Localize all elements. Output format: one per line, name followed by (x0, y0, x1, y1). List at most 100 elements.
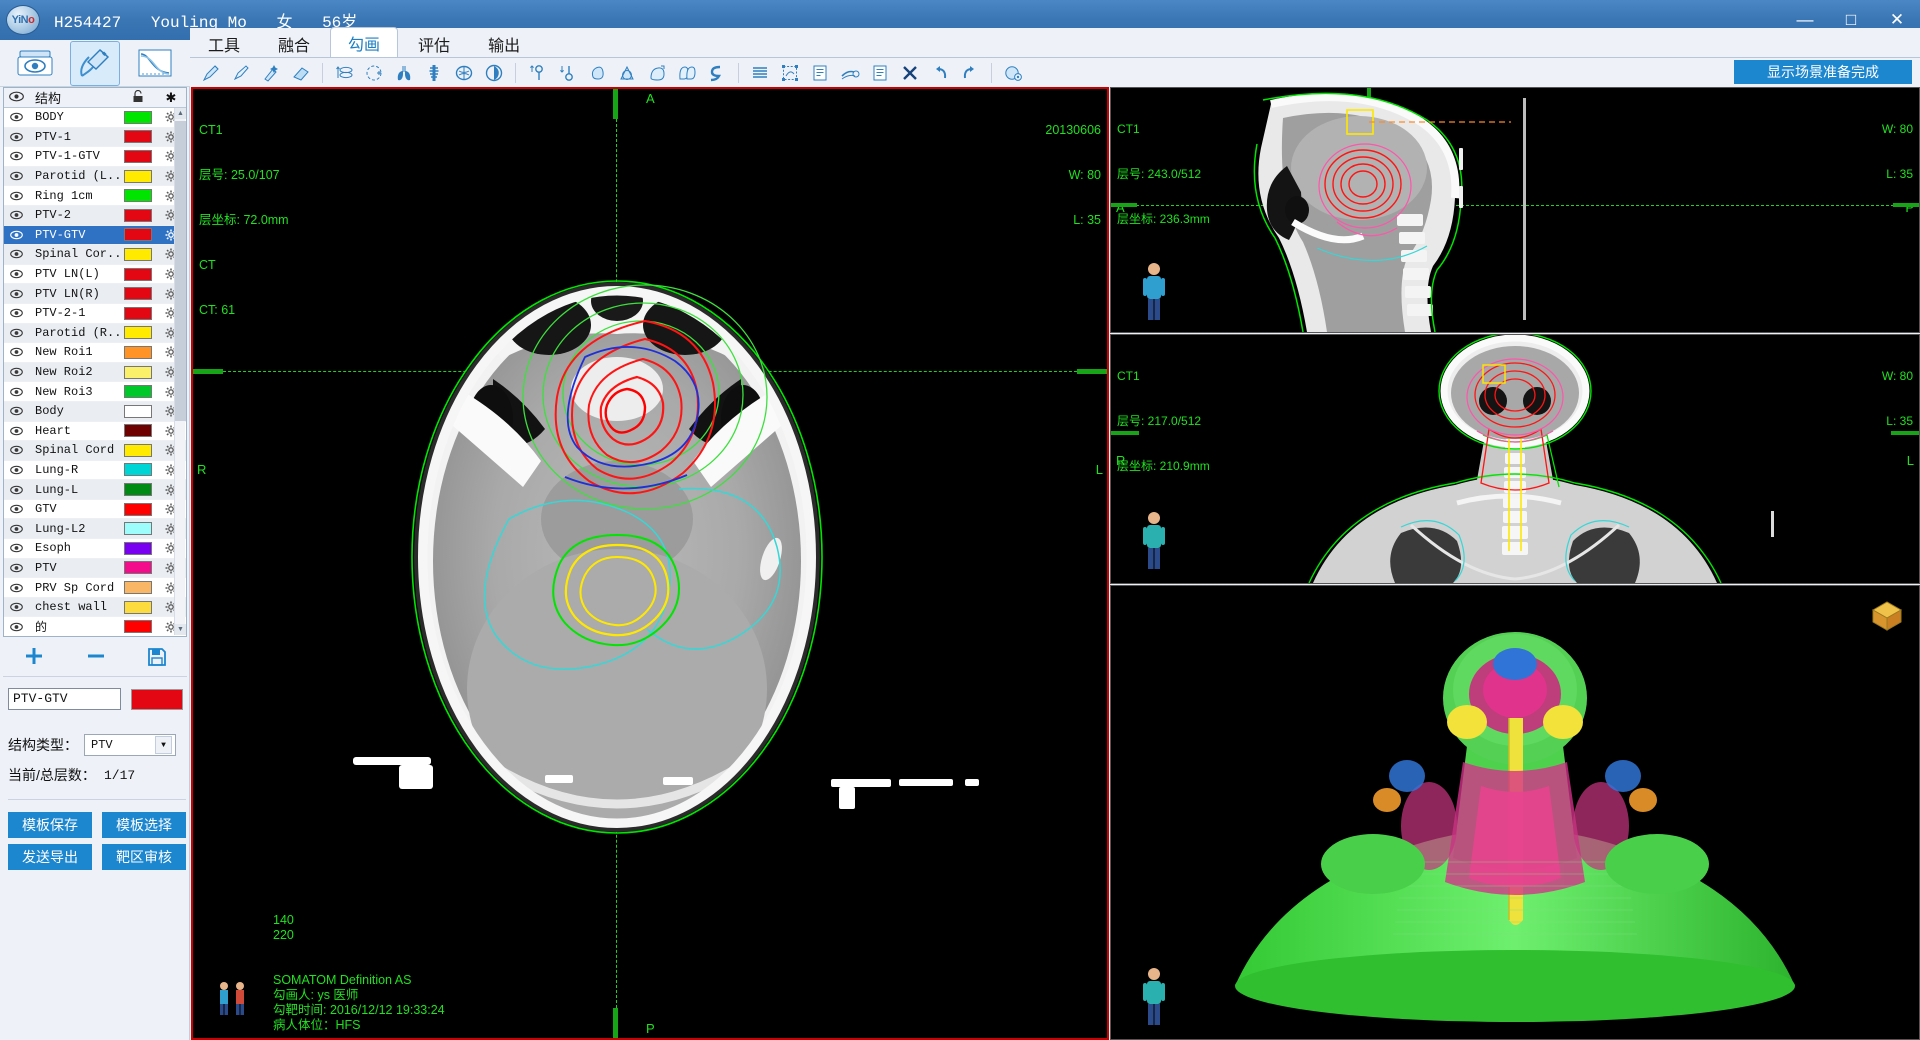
brush-tool-icon[interactable] (228, 60, 254, 86)
tab-3[interactable]: 评估 (400, 29, 468, 57)
auto-brain-segment-icon[interactable] (451, 60, 477, 86)
visibility-eye-icon[interactable] (4, 132, 29, 142)
structure-color-chip[interactable] (120, 267, 156, 281)
structure-row[interactable]: Parotid (L... (4, 166, 186, 187)
expand-margin-icon[interactable] (524, 60, 550, 86)
structure-row[interactable]: PTV LN(L) (4, 265, 186, 285)
settings-icon[interactable] (1000, 60, 1026, 86)
auto-organ-segment-icon[interactable] (481, 60, 507, 86)
structure-row[interactable]: Ring 1cm (4, 186, 186, 206)
orientation-cube-icon[interactable] (1869, 598, 1905, 637)
structure-color-chip[interactable] (120, 404, 156, 418)
crop-contour-icon[interactable] (777, 60, 803, 86)
visibility-eye-icon[interactable] (4, 583, 29, 593)
visibility-eye-icon[interactable] (4, 367, 29, 377)
visibility-eye-icon[interactable] (4, 191, 29, 201)
structure-color-chip[interactable] (120, 502, 156, 516)
visibility-eye-icon[interactable] (4, 622, 29, 632)
structure-row[interactable]: Lung-L2 (4, 519, 186, 540)
tab-2[interactable]: 勾画 (330, 27, 399, 57)
structure-color-chip[interactable] (120, 385, 156, 399)
structure-color-chip[interactable] (120, 463, 156, 477)
coronal-viewport[interactable]: CT1 层号: 217.0/512 层坐标: 210.9mm W: 80 L: … (1110, 334, 1920, 584)
visibility-eye-icon[interactable] (4, 543, 29, 553)
visibility-eye-icon[interactable] (4, 387, 29, 397)
visibility-eye-icon[interactable] (4, 230, 29, 240)
copy-structure-icon[interactable] (674, 60, 700, 86)
visibility-eye-icon[interactable] (4, 485, 29, 495)
structure-row[interactable]: PTV LN(R) (4, 284, 186, 304)
interpolate-slices-icon[interactable] (331, 60, 357, 86)
structure-row[interactable]: Lung-L (4, 480, 186, 500)
boolean-union-icon[interactable] (584, 60, 610, 86)
save-template-button[interactable]: 模板保存 (8, 812, 92, 838)
structure-row[interactable]: New Roi3 (4, 382, 186, 402)
visibility-eye-icon[interactable] (4, 524, 29, 534)
structure-color-chip[interactable] (120, 483, 156, 497)
report-icon[interactable] (867, 60, 893, 86)
send-export-button[interactable]: 发送导出 (8, 844, 92, 870)
visibility-eye-icon[interactable] (4, 328, 29, 338)
structure-color-swatch[interactable] (131, 688, 183, 710)
tab-4[interactable]: 输出 (470, 29, 538, 57)
visibility-eye-icon[interactable] (4, 426, 29, 436)
structure-color-chip[interactable] (120, 287, 156, 301)
visibility-eye-icon[interactable] (4, 151, 29, 161)
structure-row[interactable]: Body (4, 401, 186, 422)
structure-row[interactable]: Esoph (4, 539, 186, 559)
add-structure-button[interactable] (23, 645, 45, 674)
boolean-intersect-icon[interactable] (614, 60, 640, 86)
structure-name-input[interactable]: PTV-GTV (8, 688, 121, 710)
structure-row[interactable]: BODY (4, 108, 186, 128)
visibility-eye-icon[interactable] (4, 210, 29, 220)
structure-row[interactable]: PRV Sp Cord (4, 578, 186, 598)
image-browser-icon[interactable] (10, 41, 60, 86)
scroll-thumb[interactable] (175, 121, 186, 421)
structure-color-chip[interactable] (120, 541, 156, 555)
auto-spine-segment-icon[interactable] (421, 60, 447, 86)
visibility-eye-icon[interactable] (4, 347, 29, 357)
structure-row[interactable]: PTV-2 (4, 205, 186, 226)
smooth-contour-icon[interactable] (704, 60, 730, 86)
structure-color-chip[interactable] (120, 189, 156, 203)
structure-type-select[interactable]: PTV ▼ (84, 734, 176, 756)
measure-icon[interactable] (837, 60, 863, 86)
structure-color-chip[interactable] (120, 522, 156, 536)
visibility-eye-icon[interactable] (4, 563, 29, 573)
magic-wand-tool-icon[interactable] (258, 60, 284, 86)
sagittal-viewport[interactable]: CT1 层号: 243.0/512 层坐标: 236.3mm W: 80 L: … (1110, 87, 1920, 333)
remove-structure-button[interactable] (85, 645, 107, 674)
structure-row[interactable]: GTV (4, 500, 186, 520)
pen-tool-icon[interactable] (198, 60, 224, 86)
structure-color-chip[interactable] (120, 130, 156, 144)
visibility-eye-icon[interactable] (4, 465, 29, 475)
scroll-down-arrow[interactable]: ▼ (175, 624, 186, 635)
delete-structure-icon[interactable] (897, 60, 923, 86)
structure-color-chip[interactable] (120, 326, 156, 340)
visibility-eye-icon[interactable] (4, 269, 29, 279)
structure-color-chip[interactable] (120, 443, 156, 457)
structure-row[interactable]: New Roi1 (4, 343, 186, 363)
structure-color-chip[interactable] (120, 600, 156, 614)
structure-row[interactable]: PTV-1-GTV (4, 147, 186, 167)
structure-color-chip[interactable] (120, 247, 156, 261)
auto-lung-segment-icon[interactable] (391, 60, 417, 86)
structure-row[interactable]: 的 (4, 617, 186, 636)
visibility-eye-icon[interactable] (4, 289, 29, 299)
structure-row[interactable]: PTV-1 (4, 127, 186, 148)
structure-row[interactable]: Lung-R (4, 461, 186, 481)
scroll-up-arrow[interactable]: ▲ (175, 108, 186, 119)
structure-color-chip[interactable] (120, 169, 156, 183)
eraser-tool-icon[interactable] (288, 60, 314, 86)
structure-row[interactable]: New Roi2 (4, 362, 186, 383)
structure-color-chip[interactable] (120, 424, 156, 438)
structure-row[interactable]: Spinal Cor... (4, 245, 186, 265)
structure-row[interactable]: Heart (4, 422, 186, 442)
structure-color-chip[interactable] (120, 561, 156, 575)
structure-color-chip[interactable] (120, 620, 156, 634)
structure-list-icon[interactable] (807, 60, 833, 86)
three-d-viewport[interactable] (1110, 585, 1920, 1040)
structure-row[interactable]: Parotid (R... (4, 323, 186, 344)
structure-color-chip[interactable] (120, 345, 156, 359)
structure-row[interactable]: PTV-GTV (4, 225, 186, 246)
